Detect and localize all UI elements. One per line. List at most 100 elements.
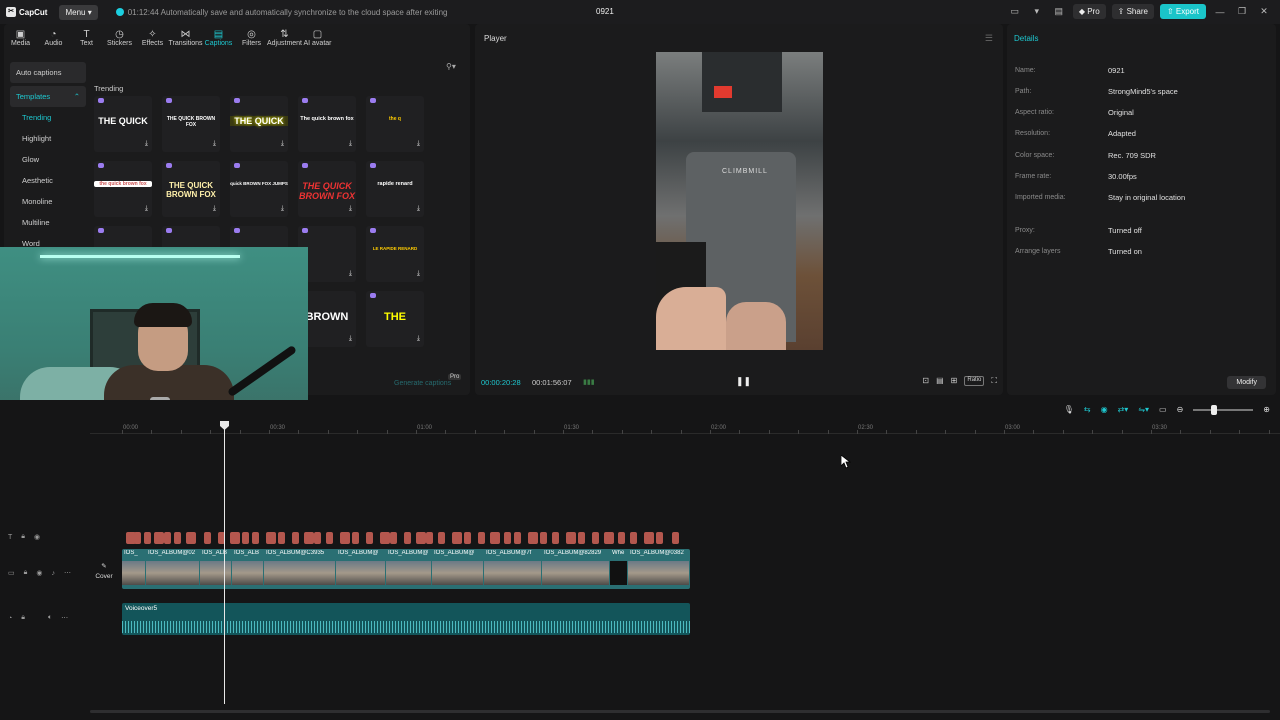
- caption-clip[interactable]: [604, 532, 614, 544]
- caption-clip[interactable]: [134, 532, 141, 544]
- filter-icon[interactable]: ⚲▾: [446, 62, 456, 71]
- layout-dropdown-icon[interactable]: ▾: [1029, 6, 1045, 17]
- caption-clip[interactable]: [426, 532, 433, 544]
- caption-clip[interactable]: [490, 532, 500, 544]
- nav-templates[interactable]: Templates ⌃: [10, 86, 86, 107]
- caption-clip[interactable]: [438, 532, 445, 544]
- template-card[interactable]: LE RAPIDE RENARD ⤓: [366, 226, 424, 282]
- download-icon[interactable]: ⤓: [417, 335, 420, 343]
- tool-text[interactable]: T Text: [70, 24, 103, 52]
- layout-icon[interactable]: ▭: [1007, 6, 1023, 17]
- ratio-button[interactable]: Ratio: [964, 376, 985, 386]
- restore-icon[interactable]: ❐: [1234, 6, 1250, 17]
- caption-clip[interactable]: [504, 532, 511, 544]
- captions-toggle-icon[interactable]: ▭: [1159, 405, 1167, 414]
- audio-clip[interactable]: Voiceover5: [122, 603, 690, 635]
- modify-button[interactable]: Modify: [1227, 376, 1266, 389]
- video-clip[interactable]: [610, 561, 627, 585]
- caption-clip[interactable]: [186, 532, 196, 544]
- caption-clip[interactable]: [390, 532, 397, 544]
- caption-clip[interactable]: [514, 532, 521, 544]
- tool-captions[interactable]: ▤ Captions: [202, 24, 235, 52]
- caption-clip[interactable]: [578, 532, 585, 544]
- time-ruler[interactable]: 00:00 00:30 01:00 01:30 02:00 02:30 03:00 03:30: [90, 422, 1280, 434]
- caption-clip[interactable]: [478, 532, 485, 544]
- video-clip[interactable]: [264, 561, 335, 585]
- tool-transitions[interactable]: ⋈ Transitions: [169, 24, 203, 52]
- tool-audio[interactable]: ◔ Audio: [37, 24, 70, 52]
- caption-clip[interactable]: [552, 532, 559, 544]
- download-icon[interactable]: ⤓: [417, 205, 420, 213]
- caption-clip[interactable]: [566, 532, 576, 544]
- lock-icon[interactable]: 🔒︎: [21, 614, 25, 622]
- tool-filters[interactable]: ◎ Filters: [235, 24, 268, 52]
- template-card[interactable]: quick BROWN FOX JUMPS ⤓: [230, 161, 288, 217]
- video-clip[interactable]: [628, 561, 689, 585]
- caption-clip[interactable]: [204, 532, 211, 544]
- share-button[interactable]: ⇪ Share: [1111, 4, 1154, 19]
- video-clip[interactable]: [122, 561, 145, 585]
- video-clip[interactable]: [432, 561, 483, 585]
- visibility-icon[interactable]: ◉: [36, 569, 42, 577]
- category-aesthetic[interactable]: Aesthetic: [10, 170, 86, 191]
- download-icon[interactable]: ⤓: [349, 335, 352, 343]
- caption-clip[interactable]: [144, 532, 151, 544]
- more-icon[interactable]: ⋯: [64, 569, 71, 577]
- template-card[interactable]: the q ⤓: [366, 96, 424, 152]
- caption-clip[interactable]: [304, 532, 314, 544]
- audio-icon[interactable]: ♪: [51, 570, 55, 577]
- template-card[interactable]: THE ⤓: [366, 291, 424, 347]
- caption-clip[interactable]: [174, 532, 181, 544]
- caption-clip[interactable]: [242, 532, 249, 544]
- video-clip[interactable]: [336, 561, 385, 585]
- zoom-slider[interactable]: [1193, 404, 1254, 415]
- download-icon[interactable]: ⤓: [145, 205, 148, 213]
- download-icon[interactable]: ⤓: [281, 140, 284, 148]
- video-clip[interactable]: [200, 561, 231, 585]
- download-icon[interactable]: ⤓: [349, 140, 352, 148]
- template-card[interactable]: the quick brown fox ⤓: [94, 161, 152, 217]
- caption-clip[interactable]: [528, 532, 538, 544]
- caption-clip[interactable]: [644, 532, 654, 544]
- download-icon[interactable]: ⤓: [145, 140, 148, 148]
- caption-clip[interactable]: [230, 532, 240, 544]
- caption-clip[interactable]: [252, 532, 259, 544]
- cover-button[interactable]: ✎ Cover: [92, 562, 116, 586]
- zoom-out-icon[interactable]: ⊖: [1177, 405, 1184, 414]
- video-clip[interactable]: [232, 561, 263, 585]
- download-icon[interactable]: ⤓: [281, 205, 284, 213]
- category-trending[interactable]: Trending: [10, 107, 86, 128]
- magnet-icon[interactable]: ◉: [1101, 405, 1108, 414]
- player-menu-icon[interactable]: ☰: [985, 33, 993, 44]
- template-card[interactable]: THE QUICK BROWN FOX ⤓: [162, 96, 220, 152]
- quality-icon[interactable]: ▤: [936, 376, 944, 386]
- video-clip[interactable]: [146, 561, 199, 585]
- download-icon[interactable]: ⤓: [349, 205, 352, 213]
- download-icon[interactable]: ⤓: [349, 270, 352, 278]
- template-card[interactable]: THE QUICK BROWN FOX ⤓: [162, 161, 220, 217]
- pause-button[interactable]: ❚❚: [736, 376, 751, 387]
- caption-clip[interactable]: [340, 532, 350, 544]
- video-clip[interactable]: [386, 561, 431, 585]
- menu-button[interactable]: Menu ▾: [59, 4, 98, 20]
- caption-clip[interactable]: [672, 532, 679, 544]
- caption-clip[interactable]: [266, 532, 276, 544]
- caption-clip[interactable]: [164, 532, 171, 544]
- caption-clip[interactable]: [326, 532, 333, 544]
- generate-captions-button[interactable]: Generate captions: [394, 380, 451, 387]
- caption-clip[interactable]: [416, 532, 426, 544]
- download-icon[interactable]: ⤓: [213, 140, 216, 148]
- fullscreen-icon[interactable]: ⛶: [991, 376, 997, 386]
- caption-clip[interactable]: [592, 532, 599, 544]
- project-title[interactable]: 0921: [596, 7, 614, 16]
- snapshot-icon[interactable]: ⊡: [922, 376, 929, 386]
- visibility-icon[interactable]: ◉: [34, 533, 40, 541]
- caption-clip[interactable]: [656, 532, 663, 544]
- caption-clip[interactable]: [630, 532, 637, 544]
- playhead-line[interactable]: [224, 422, 225, 704]
- caption-clip[interactable]: [404, 532, 411, 544]
- pro-button[interactable]: ◆ Pro: [1072, 4, 1106, 19]
- tool-media[interactable]: ▣ Media: [4, 24, 37, 52]
- caption-clip[interactable]: [352, 532, 359, 544]
- caption-clip[interactable]: [314, 532, 321, 544]
